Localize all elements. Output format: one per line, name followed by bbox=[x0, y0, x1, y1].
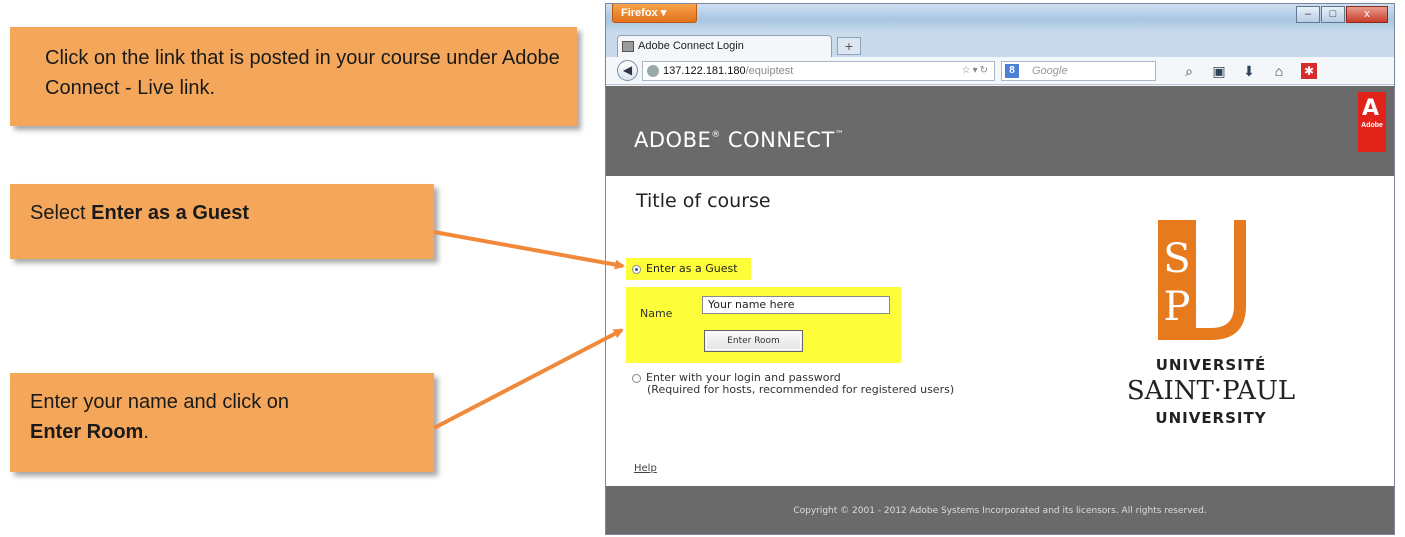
arrow-to-name-panel bbox=[433, 328, 624, 430]
arrow-to-guest-option bbox=[433, 230, 625, 270]
callout-arrows bbox=[433, 230, 625, 430]
